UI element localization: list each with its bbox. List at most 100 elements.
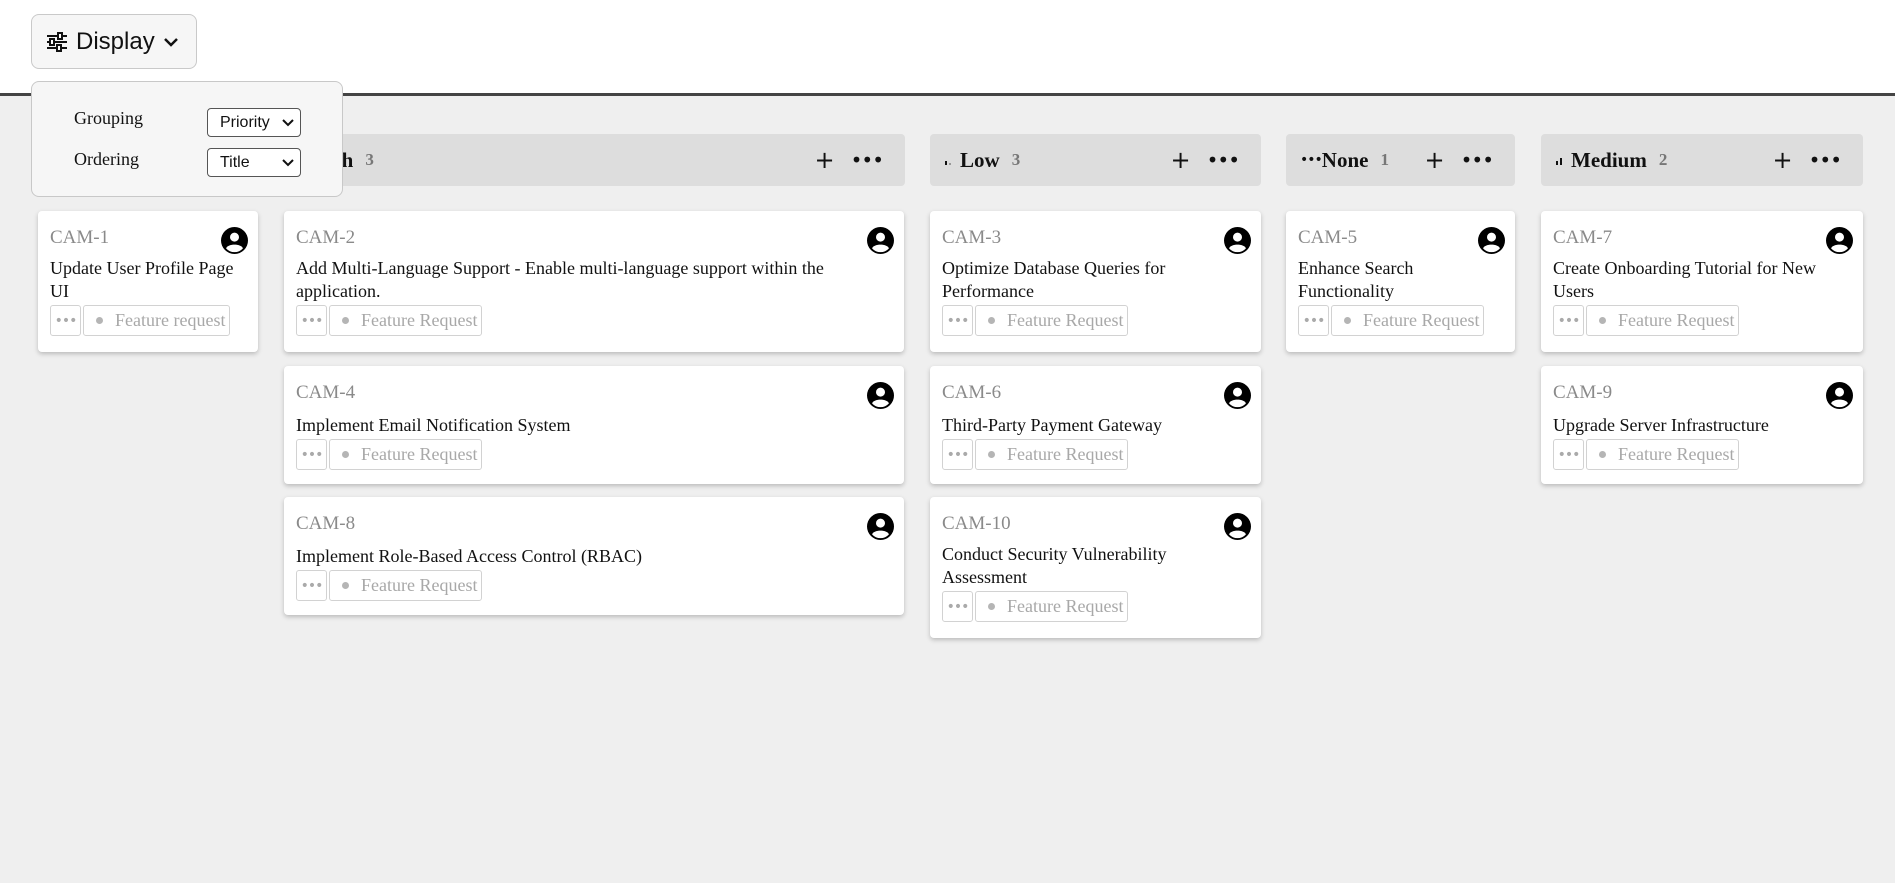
label-text: Feature Request: [1618, 310, 1735, 330]
issue-card[interactable]: CAM-3 Optimize Database Queries for Perf…: [930, 211, 1261, 352]
label-tag[interactable]: Feature Request: [975, 305, 1129, 336]
label-tag[interactable]: Feature Request: [975, 439, 1129, 470]
add-card-button[interactable]: +: [1171, 148, 1191, 172]
display-button-label: Display: [76, 27, 155, 55]
label-tag[interactable]: Feature Request: [1586, 439, 1740, 470]
sliders-icon: [47, 31, 67, 52]
avatar-icon[interactable]: [1224, 513, 1251, 540]
ordering-select-value: Title: [220, 153, 250, 171]
issue-title: Implement Email Notification System: [296, 415, 571, 435]
add-card-button[interactable]: +: [1773, 148, 1793, 172]
label-tag[interactable]: Feature Request: [329, 439, 483, 470]
issue-id: CAM-1: [50, 227, 110, 248]
issue-card[interactable]: CAM-2 Add Multi-Language Support - Enabl…: [284, 211, 904, 352]
label-text: Feature Request: [1363, 310, 1480, 330]
issue-id: CAM-2: [296, 227, 356, 248]
column-menu-button[interactable]: •••: [1461, 150, 1494, 170]
column-menu-button[interactable]: •••: [1207, 150, 1240, 170]
avatar-icon[interactable]: [1224, 227, 1251, 254]
avatar-icon[interactable]: [867, 382, 894, 409]
grouping-select[interactable]: Priority: [207, 108, 301, 137]
priority-tag-button[interactable]: •••: [1298, 305, 1329, 336]
issue-id: CAM-4: [296, 382, 356, 403]
label-dot-icon: [1599, 317, 1606, 324]
label-text: Feature request: [115, 310, 226, 330]
column-title: Medium: [1571, 147, 1647, 172]
issue-card[interactable]: CAM-1 Update User Profile Page UI ••• Fe…: [38, 211, 258, 352]
column-count: 2: [1658, 150, 1668, 169]
issue-card[interactable]: CAM-9 Upgrade Server Infrastructure ••• …: [1541, 366, 1863, 484]
avatar-icon[interactable]: [867, 513, 894, 540]
ordering-label: Ordering: [74, 149, 139, 169]
label-dot-icon: [342, 582, 349, 589]
issue-id: CAM-3: [942, 227, 1002, 248]
chevron-down-icon: [163, 37, 178, 47]
column-title: None: [1321, 147, 1369, 172]
column-count: 1: [1380, 150, 1389, 169]
label-tag[interactable]: Feature Request: [975, 591, 1129, 622]
issue-card[interactable]: CAM-5 Enhance Search Functionality ••• F…: [1286, 211, 1515, 352]
issue-card[interactable]: CAM-10 Conduct Security Vulnerability As…: [930, 497, 1261, 638]
display-options-popover: Grouping Priority Ordering Title: [31, 81, 343, 197]
priority-tag-button[interactable]: •••: [942, 439, 973, 470]
column-header-high: High 3 + •••: [283, 134, 905, 186]
issue-title: Create Onboarding Tutorial for New Users: [1553, 258, 1816, 301]
issue-card[interactable]: CAM-7 Create Onboarding Tutorial for New…: [1541, 211, 1863, 352]
grouping-label: Grouping: [74, 108, 143, 128]
label-dot-icon: [96, 317, 103, 324]
priority-medium-icon: [1556, 158, 1562, 165]
label-text: Feature Request: [1007, 444, 1124, 464]
issue-card[interactable]: CAM-8 Implement Role-Based Access Contro…: [284, 497, 904, 615]
priority-tag-button[interactable]: •••: [296, 305, 327, 336]
label-text: Feature Request: [1007, 596, 1124, 616]
column-count: 3: [1011, 150, 1021, 169]
avatar-icon[interactable]: [1224, 382, 1251, 409]
issue-title: Optimize Database Queries for Performanc…: [942, 258, 1166, 301]
column-count: 3: [365, 150, 374, 169]
priority-tag-button[interactable]: •••: [942, 591, 973, 622]
priority-tag-button[interactable]: •••: [296, 439, 327, 470]
issue-id: CAM-7: [1553, 227, 1613, 248]
avatar-icon[interactable]: [221, 227, 248, 254]
avatar-icon[interactable]: [1826, 227, 1853, 254]
label-dot-icon: [342, 317, 349, 324]
priority-tag-button[interactable]: •••: [50, 305, 81, 336]
label-text: Feature Request: [361, 310, 478, 330]
issue-card[interactable]: CAM-6 Third-Party Payment Gateway ••• Fe…: [930, 366, 1261, 484]
avatar-icon[interactable]: [867, 227, 894, 254]
label-tag[interactable]: Feature Request: [1331, 305, 1485, 336]
label-text: Feature Request: [361, 444, 478, 464]
avatar-icon[interactable]: [1826, 382, 1853, 409]
issue-id: CAM-6: [942, 382, 1002, 403]
issue-id: CAM-10: [942, 513, 1011, 534]
label-text: Feature Request: [1007, 310, 1124, 330]
add-card-button[interactable]: +: [815, 148, 835, 172]
issue-id: CAM-8: [296, 513, 356, 534]
label-text: Feature Request: [1618, 444, 1735, 464]
issue-title: Third-Party Payment Gateway: [942, 415, 1162, 435]
avatar-icon[interactable]: [1478, 227, 1505, 254]
column-menu-button[interactable]: •••: [851, 150, 884, 170]
label-tag[interactable]: Feature request: [83, 305, 231, 336]
column-menu-button[interactable]: •••: [1809, 150, 1842, 170]
priority-tag-button[interactable]: •••: [942, 305, 973, 336]
label-dot-icon: [988, 317, 995, 324]
issue-card[interactable]: CAM-4 Implement Email Notification Syste…: [284, 366, 904, 484]
column-header-low: Low 3 + •••: [930, 134, 1261, 186]
no-priority-icon: •••: [1300, 152, 1323, 168]
column-header-medium: Medium 2 + •••: [1541, 134, 1863, 186]
priority-tag-button[interactable]: •••: [296, 570, 327, 601]
issue-id: CAM-9: [1553, 382, 1613, 403]
label-dot-icon: [342, 451, 349, 458]
display-button[interactable]: Display: [31, 14, 197, 69]
priority-tag-button[interactable]: •••: [1553, 305, 1584, 336]
ordering-select[interactable]: Title: [207, 148, 301, 177]
priority-tag-button[interactable]: •••: [1553, 439, 1584, 470]
label-tag[interactable]: Feature Request: [329, 570, 483, 601]
label-dot-icon: [988, 451, 995, 458]
issue-title: Implement Role-Based Access Control (RBA…: [296, 546, 642, 566]
label-tag[interactable]: Feature Request: [1586, 305, 1740, 336]
add-card-button[interactable]: +: [1425, 148, 1445, 172]
issue-title: Upgrade Server Infrastructure: [1553, 415, 1769, 435]
label-tag[interactable]: Feature Request: [329, 305, 483, 336]
